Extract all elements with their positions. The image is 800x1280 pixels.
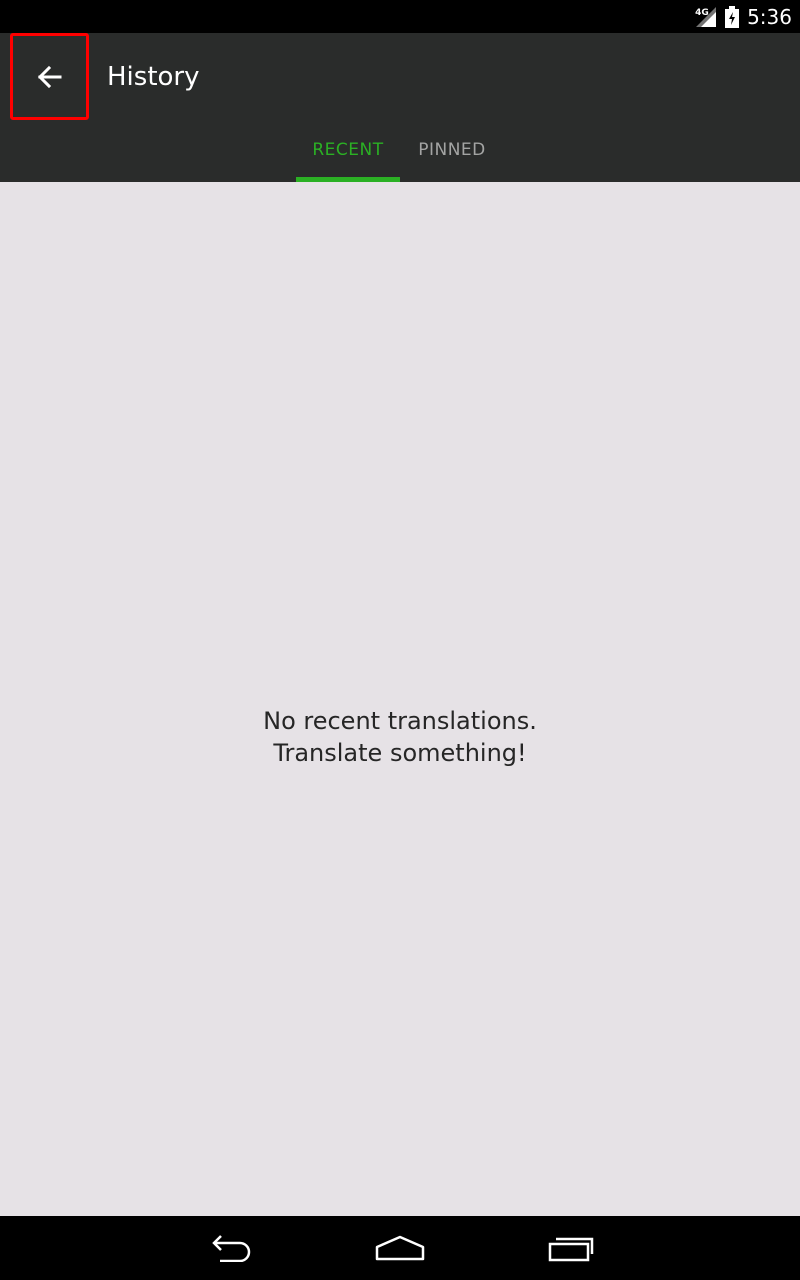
app-toolbar: History RECENT PINNED xyxy=(0,33,800,182)
empty-state-line-2: Translate something! xyxy=(273,739,527,767)
home-nav-icon xyxy=(375,1234,425,1262)
nav-recents-button[interactable] xyxy=(520,1216,620,1280)
status-icons: 4G 5:36 xyxy=(695,0,792,33)
signal-icon: 4G xyxy=(695,6,717,28)
page-title: History xyxy=(107,62,200,92)
status-bar: 4G 5:36 xyxy=(0,0,800,33)
nav-home-button[interactable] xyxy=(350,1216,450,1280)
battery-icon xyxy=(725,5,740,28)
back-nav-icon xyxy=(206,1234,254,1263)
tab-pinned[interactable]: PINNED xyxy=(400,128,504,182)
empty-state-line-1: No recent translations. xyxy=(263,707,537,735)
empty-state-message: No recent translations. Translate someth… xyxy=(0,705,800,769)
nav-back-button[interactable] xyxy=(180,1216,280,1280)
tab-recent-label: RECENT xyxy=(312,140,384,160)
tab-selected-indicator xyxy=(296,177,400,182)
arrow-back-icon xyxy=(37,64,63,90)
tab-pinned-label: PINNED xyxy=(418,140,486,160)
back-button[interactable] xyxy=(10,33,89,120)
app-screen: 4G 5:36 History RECENT PINNED No recent … xyxy=(0,0,800,1280)
recents-nav-icon xyxy=(546,1234,594,1262)
tab-recent[interactable]: RECENT xyxy=(296,128,400,182)
status-time: 5:36 xyxy=(747,4,792,29)
system-nav-bar xyxy=(0,1216,800,1280)
